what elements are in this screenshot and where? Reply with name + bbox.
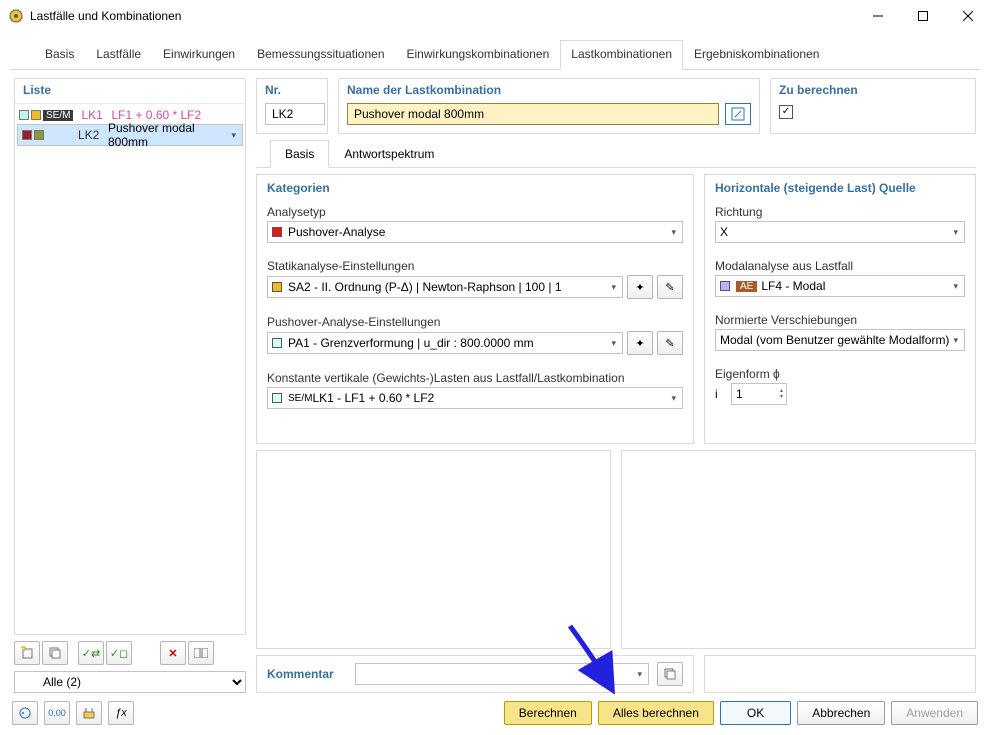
alles-berechnen-button[interactable]: Alles berechnen [598,701,714,725]
horz-header: Horizontale (steigende Last) Quelle [715,181,965,203]
compute-header: Zu berechnen [779,83,967,103]
dir-label: Richtung [715,203,965,221]
berechnen-button[interactable]: Berechnen [504,701,592,725]
fx-button[interactable]: ƒx [108,701,134,725]
view-button[interactable] [188,641,214,665]
kv-select[interactable]: SE/M LK1 - LF1 + 0.60 * LF2 [267,387,683,409]
sa-select[interactable]: SA2 - II. Ordnung (P-Δ) | Newton-Raphson… [267,276,623,298]
kommentar-field[interactable] [355,663,649,685]
norm-label: Normierte Verschiebungen [715,311,965,329]
sa-edit-button[interactable]: ✎ [657,275,683,299]
tab-einwirkungskomb[interactable]: Einwirkungskombinationen [396,40,561,69]
app-icon [8,8,24,24]
ok-button[interactable]: OK [720,701,791,725]
po-edit-button[interactable]: ✎ [657,331,683,355]
help-button[interactable] [12,701,38,725]
empty-panel-left [256,450,611,649]
apply-button[interactable]: Anwenden [891,701,978,725]
analysetype-label: Analysetyp [267,203,683,221]
tab-bemessung[interactable]: Bemessungssituationen [246,40,395,69]
color-swatch [34,130,44,140]
analysetype-select[interactable]: Pushover-Analyse [267,221,683,243]
sa-label: Statikanalyse-Einstellungen [267,257,683,275]
color-swatch [19,110,29,120]
norm-select[interactable]: Modal (vom Benutzer gewählte Modalform) [715,329,965,351]
eig-label: Eigenform ϕ [715,365,965,383]
main-tabs: Basis Lastfälle Einwirkungen Bemessungss… [10,36,980,70]
modal-select[interactable]: AE LF4 - Modal [715,275,965,297]
minimize-button[interactable] [855,1,900,31]
color-swatch [31,110,41,120]
copy-button[interactable] [42,641,68,665]
tab-einwirkungen[interactable]: Einwirkungen [152,40,246,69]
color-swatch [272,393,282,403]
empty-kom-right [704,655,976,693]
color-swatch [720,281,730,291]
compute-checkbox[interactable]: ✓ [779,105,793,119]
color-swatch [272,282,282,292]
color-swatch [22,130,32,140]
empty-panel-right [621,450,976,649]
list-lk: LK1 [81,108,107,122]
new-button[interactable] [14,641,40,665]
window-title: Lastfälle und Kombinationen [30,9,855,23]
maximize-button[interactable] [900,1,945,31]
modal-label: Modalanalyse aus Lastfall [715,257,965,275]
tab-lastkomb[interactable]: Lastkombinationen [560,40,683,70]
list-item[interactable]: LK2 Pushover modal 800mm [17,124,243,146]
subtab-antwort[interactable]: Antwortspektrum [329,140,449,167]
units-button[interactable] [76,701,102,725]
eig-spinner[interactable]: 1 [731,383,787,405]
kommentar-copy-button[interactable] [657,662,683,686]
dir-select[interactable]: X [715,221,965,243]
delete-button[interactable]: ✕ [160,641,186,665]
color-swatch [272,338,282,348]
check-button[interactable]: ✓⇄ [78,641,104,665]
eig-i-label: i [715,387,727,401]
list-badge: SE/M [43,110,73,121]
po-label: Pushover-Analyse-Einstellungen [267,313,683,331]
kommentar-label: Kommentar [267,667,347,681]
nr-header: Nr. [265,83,319,103]
list-text: Pushover modal 800mm [108,121,238,149]
po-select[interactable]: PA1 - Grenzverformung | u_dir : 800.0000… [267,332,623,354]
name-header: Name der Lastkombination [347,83,751,103]
nr-field[interactable]: LK2 [265,103,325,125]
subtab-basis[interactable]: Basis [270,140,329,168]
list-lk: LK2 [78,128,104,142]
cancel-button[interactable]: Abbrechen [797,701,885,725]
list-text: LF1 + 0.60 * LF2 [111,108,201,122]
tab-basis[interactable]: Basis [34,40,85,69]
name-field[interactable]: Pushover modal 800mm [347,103,719,125]
close-button[interactable] [945,1,990,31]
list-filter[interactable]: Alle (2) [14,671,246,693]
list-body[interactable]: SE/M LK1 LF1 + 0.60 * LF2 LK2 Pushover m… [15,104,245,634]
decimals-button[interactable]: 0,00 [44,701,70,725]
list-header: Liste [15,79,245,104]
cat-header: Kategorien [267,181,683,203]
tab-lastfaelle[interactable]: Lastfälle [85,40,152,69]
tab-ergebniskomb[interactable]: Ergebniskombinationen [683,40,830,69]
po-new-button[interactable]: ✦ [627,331,653,355]
color-swatch [272,227,282,237]
check-some-button[interactable]: ✓◻ [106,641,132,665]
sa-new-button[interactable]: ✦ [627,275,653,299]
kv-label: Konstante vertikale (Gewichts-)Lasten au… [267,369,683,387]
edit-name-button[interactable] [725,103,751,125]
